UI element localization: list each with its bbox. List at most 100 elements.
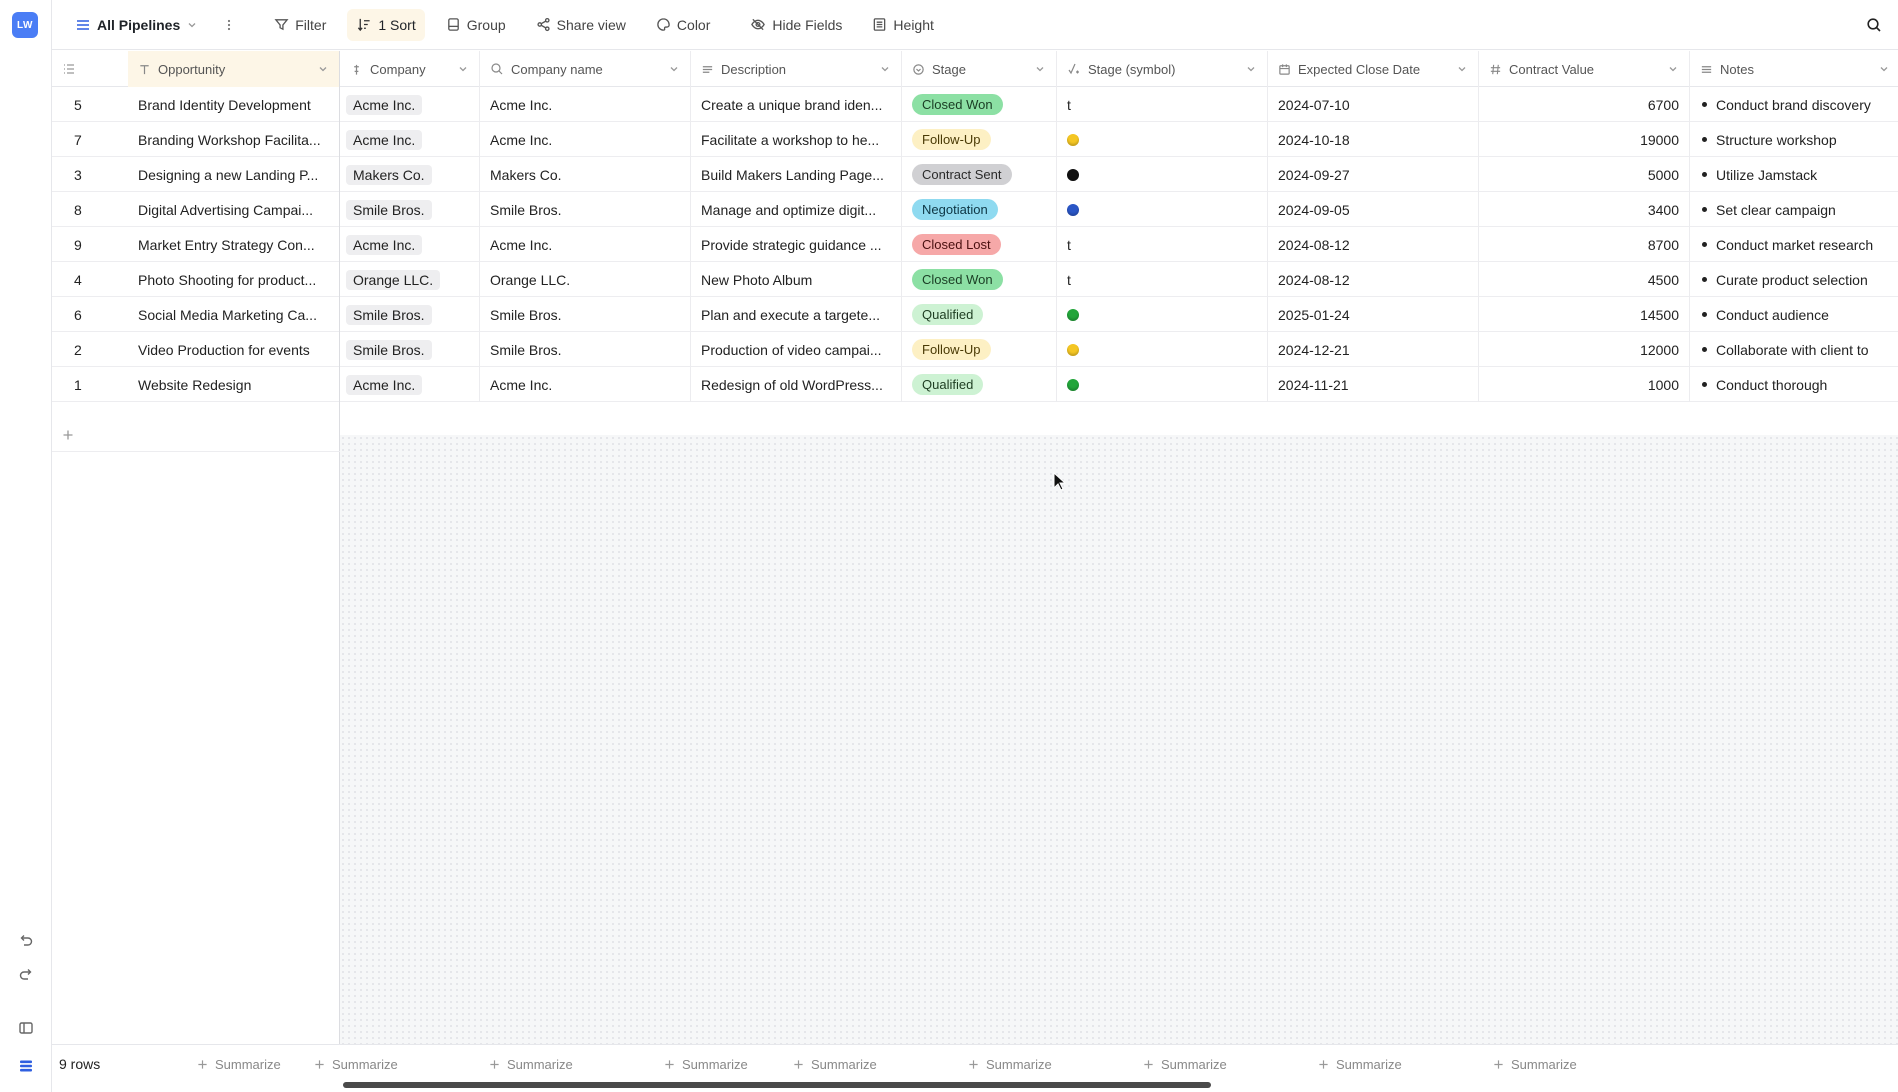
- workspace-logo[interactable]: LW: [12, 12, 38, 38]
- summarize-button[interactable]: Summarize: [968, 1045, 1052, 1083]
- cell-notes[interactable]: Conduct market research: [1690, 227, 1898, 262]
- company-link-chip[interactable]: Acme Inc.: [346, 94, 423, 115]
- cell-date[interactable]: 2024-08-12: [1268, 227, 1479, 262]
- cell-opportunity[interactable]: Designing a new Landing P...: [128, 157, 340, 192]
- cell-company-name[interactable]: Acme Inc.: [480, 227, 691, 262]
- company-link-chip[interactable]: Orange LLC.: [346, 269, 441, 290]
- cell-opportunity[interactable]: Digital Advertising Campai...: [128, 192, 340, 227]
- cell-company[interactable]: Smile Bros.: [340, 192, 480, 227]
- cell-notes[interactable]: Curate product selection: [1690, 262, 1898, 297]
- company-link-chip[interactable]: Smile Bros.: [346, 339, 432, 360]
- table-row[interactable]: 3 Designing a new Landing P... Makers Co. M…: [52, 157, 1898, 192]
- company-link-chip[interactable]: Smile Bros.: [346, 199, 432, 220]
- column-header-company-name[interactable]: Company name: [480, 51, 691, 87]
- cell-notes[interactable]: Set clear campaign: [1690, 192, 1898, 227]
- company-link-chip[interactable]: Makers Co.: [346, 164, 432, 185]
- cell-date[interactable]: 2024-12-21: [1268, 332, 1479, 367]
- cell-description[interactable]: Manage and optimize digit...: [691, 192, 902, 227]
- summarize-button[interactable]: Summarize: [664, 1045, 748, 1083]
- summarize-button[interactable]: Summarize: [793, 1045, 877, 1083]
- row-number-header[interactable]: [52, 51, 128, 87]
- cell-value[interactable]: 14500: [1479, 297, 1690, 332]
- chevron-down-icon[interactable]: [1456, 63, 1468, 75]
- cell-stage[interactable]: Closed Won: [902, 87, 1057, 122]
- filter-button[interactable]: Filter: [265, 9, 335, 41]
- cell-description[interactable]: Create a unique brand iden...: [691, 87, 902, 122]
- cell-company-name[interactable]: Makers Co.: [480, 157, 691, 192]
- cell-stage[interactable]: Negotiation: [902, 192, 1057, 227]
- group-button[interactable]: Group: [437, 9, 515, 41]
- cell-notes[interactable]: Conduct thorough: [1690, 367, 1898, 402]
- chevron-down-icon[interactable]: [317, 63, 329, 75]
- table-row[interactable]: 8 Digital Advertising Campai... Smile Bros…: [52, 192, 1898, 227]
- table-row[interactable]: 5 Brand Identity Development Acme Inc. Acme…: [52, 87, 1898, 122]
- cell-date[interactable]: 2025-01-24: [1268, 297, 1479, 332]
- column-header-notes[interactable]: Notes: [1690, 51, 1898, 87]
- cell-date[interactable]: 2024-10-18: [1268, 122, 1479, 157]
- cell-date[interactable]: 2024-11-21: [1268, 367, 1479, 402]
- cell-company[interactable]: Acme Inc.: [340, 122, 480, 157]
- cell-company-name[interactable]: Acme Inc.: [480, 122, 691, 157]
- column-header-opportunity[interactable]: Opportunity: [128, 51, 340, 87]
- cell-value[interactable]: 19000: [1479, 122, 1690, 157]
- summarize-button[interactable]: Summarize: [1318, 1045, 1402, 1083]
- cell-company-name[interactable]: Smile Bros.: [480, 192, 691, 227]
- cell-notes[interactable]: Structure workshop: [1690, 122, 1898, 157]
- table-row[interactable]: 1 Website Redesign Acme Inc. Acme Inc. Redes…: [52, 367, 1898, 402]
- cell-opportunity[interactable]: Video Production for events: [128, 332, 340, 367]
- cell-description[interactable]: Facilitate a workshop to he...: [691, 122, 902, 157]
- cell-date[interactable]: 2024-09-27: [1268, 157, 1479, 192]
- cell-symbol[interactable]: [1057, 192, 1268, 227]
- cell-value[interactable]: 6700: [1479, 87, 1690, 122]
- hide-fields-button[interactable]: Hide Fields: [741, 9, 851, 41]
- cell-company[interactable]: Smile Bros.: [340, 332, 480, 367]
- cell-opportunity[interactable]: Social Media Marketing Ca...: [128, 297, 340, 332]
- chevron-down-icon[interactable]: [668, 63, 680, 75]
- cell-symbol[interactable]: [1057, 157, 1268, 192]
- add-row-button[interactable]: [52, 417, 340, 452]
- table-row[interactable]: 9 Market Entry Strategy Con... Acme Inc. Ac…: [52, 227, 1898, 262]
- cell-company[interactable]: Acme Inc.: [340, 87, 480, 122]
- row-height-button[interactable]: Height: [863, 9, 942, 41]
- cell-value[interactable]: 3400: [1479, 192, 1690, 227]
- cell-symbol[interactable]: t: [1057, 262, 1268, 297]
- table-row[interactable]: 6 Social Media Marketing Ca... Smile Bros.…: [52, 297, 1898, 332]
- cell-notes[interactable]: Conduct audience: [1690, 297, 1898, 332]
- cell-symbol[interactable]: t: [1057, 87, 1268, 122]
- cell-notes[interactable]: Collaborate with client to: [1690, 332, 1898, 367]
- column-header-description[interactable]: Description: [691, 51, 902, 87]
- cell-stage[interactable]: Follow-Up: [902, 122, 1057, 157]
- cell-opportunity[interactable]: Brand Identity Development: [128, 87, 340, 122]
- cell-notes[interactable]: Conduct brand discovery: [1690, 87, 1898, 122]
- cell-company-name[interactable]: Acme Inc.: [480, 87, 691, 122]
- chevron-down-icon[interactable]: [1878, 63, 1890, 75]
- table-row[interactable]: 4 Photo Shooting for product... Orange LLC…: [52, 262, 1898, 297]
- cell-opportunity[interactable]: Photo Shooting for product...: [128, 262, 340, 297]
- sort-button[interactable]: 1 Sort: [347, 8, 425, 41]
- cell-symbol[interactable]: [1057, 297, 1268, 332]
- cell-description[interactable]: Plan and execute a targete...: [691, 297, 902, 332]
- panel-toggle-icon[interactable]: [14, 1016, 38, 1040]
- undo-icon[interactable]: [14, 928, 38, 952]
- cell-opportunity[interactable]: Website Redesign: [128, 367, 340, 402]
- share-view-button[interactable]: Share view: [527, 9, 635, 41]
- cell-opportunity[interactable]: Market Entry Strategy Con...: [128, 227, 340, 262]
- cell-stage[interactable]: Contract Sent: [902, 157, 1057, 192]
- cell-company-name[interactable]: Smile Bros.: [480, 332, 691, 367]
- cell-company[interactable]: Orange LLC.: [340, 262, 480, 297]
- summarize-button[interactable]: Summarize: [1143, 1045, 1227, 1083]
- cell-company-name[interactable]: Smile Bros.: [480, 297, 691, 332]
- summarize-button[interactable]: Summarize: [197, 1045, 281, 1083]
- cell-description[interactable]: New Photo Album: [691, 262, 902, 297]
- cell-company-name[interactable]: Orange LLC.: [480, 262, 691, 297]
- column-header-stage[interactable]: Stage: [902, 51, 1057, 87]
- cell-value[interactable]: 1000: [1479, 367, 1690, 402]
- search-button[interactable]: [1862, 13, 1886, 37]
- redo-icon[interactable]: [14, 962, 38, 986]
- cell-description[interactable]: Build Makers Landing Page...: [691, 157, 902, 192]
- summarize-button[interactable]: Summarize: [314, 1045, 398, 1083]
- column-header-contract-value[interactable]: Contract Value: [1479, 51, 1690, 87]
- table-view-icon[interactable]: [14, 1054, 38, 1078]
- chevron-down-icon[interactable]: [1245, 63, 1257, 75]
- chevron-down-icon[interactable]: [879, 63, 891, 75]
